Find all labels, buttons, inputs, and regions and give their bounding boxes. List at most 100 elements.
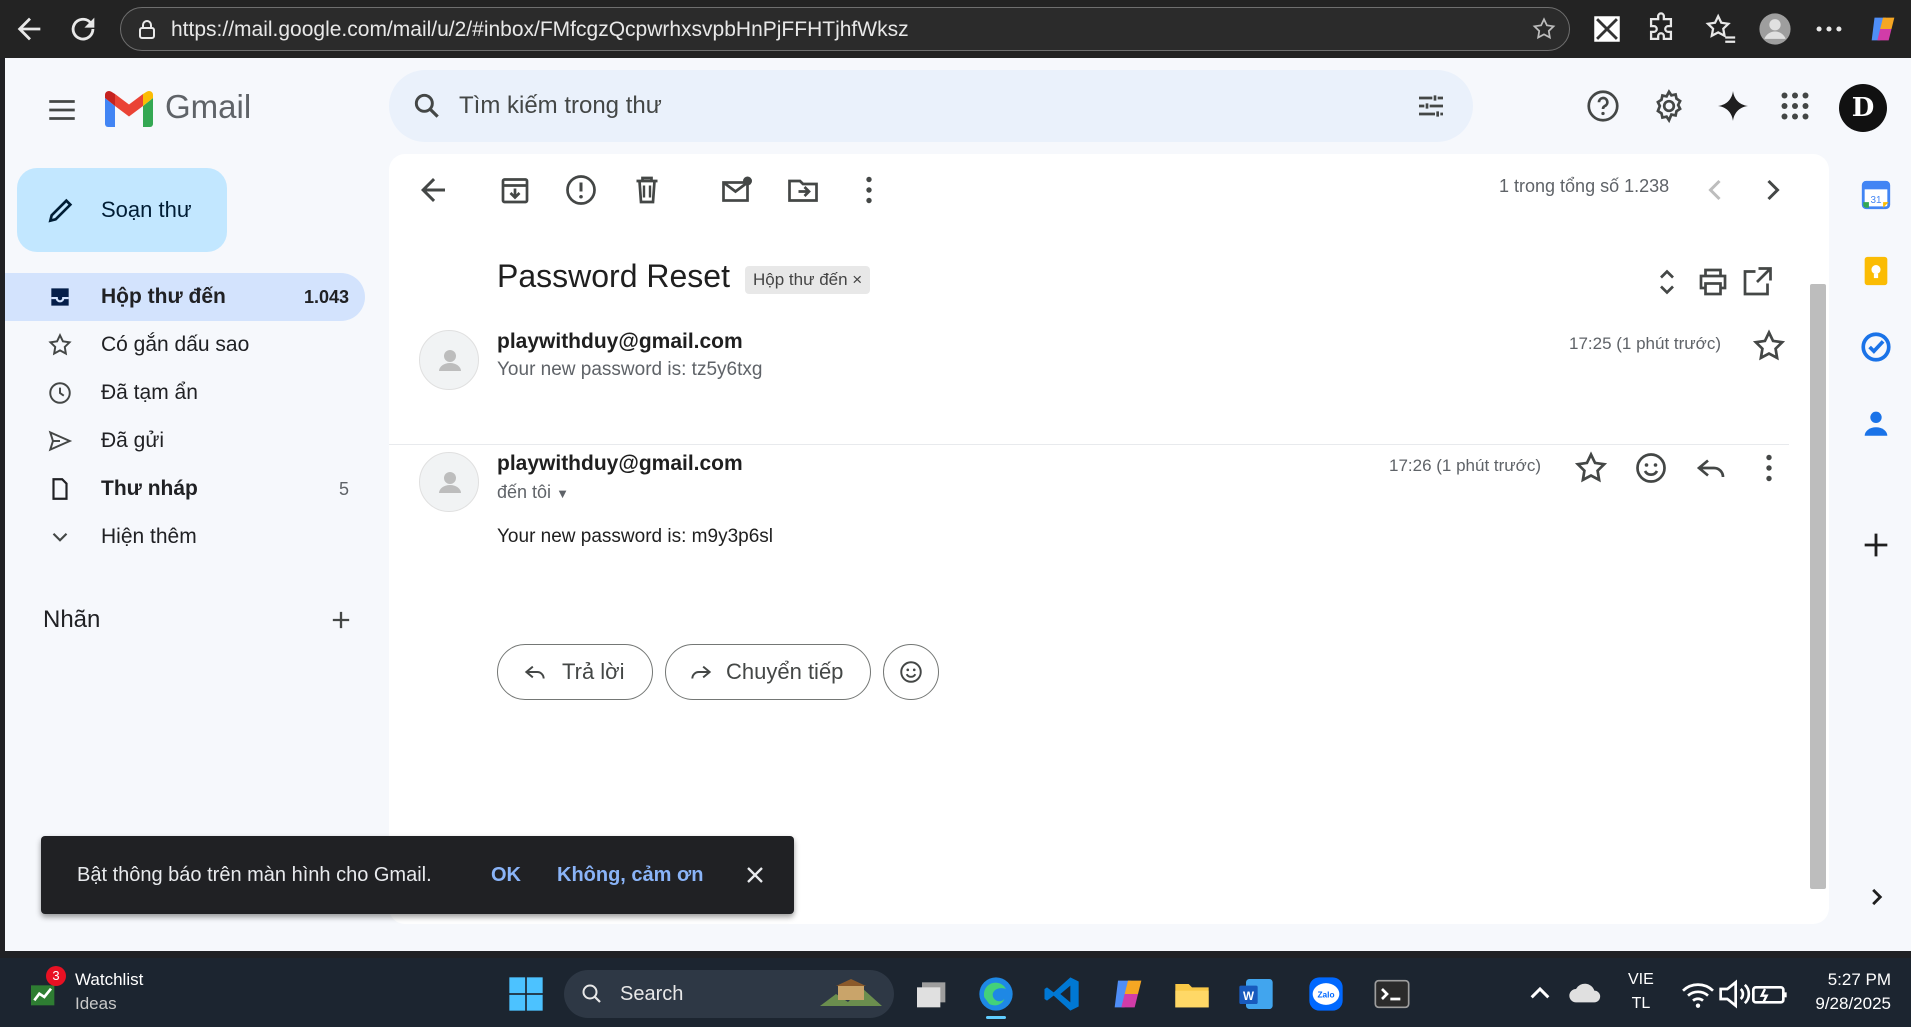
forward-button[interactable]: Chuyển tiếp bbox=[665, 644, 871, 700]
back-to-inbox-icon[interactable] bbox=[415, 172, 451, 208]
draft-file-icon bbox=[47, 476, 73, 502]
reload-icon[interactable] bbox=[66, 12, 100, 46]
inbox-label-chip[interactable]: Hộp thư đến × bbox=[745, 266, 871, 294]
message-snippet[interactable]: Your new password is: tz5y6txg bbox=[497, 359, 762, 381]
file-explorer-icon[interactable] bbox=[1172, 974, 1212, 1014]
sender-name[interactable]: playwithduy@gmail.com bbox=[497, 330, 743, 354]
site-info-icon[interactable] bbox=[135, 18, 159, 42]
sidebar-item-snoozed[interactable]: Đã tạm ẩn bbox=[5, 369, 365, 417]
close-icon[interactable] bbox=[741, 861, 769, 889]
copilot-icon[interactable] bbox=[1866, 12, 1900, 46]
watchlist-widget[interactable]: Watchlist Ideas bbox=[75, 968, 143, 1016]
report-spam-icon[interactable] bbox=[563, 172, 599, 208]
windows-start-icon[interactable] bbox=[506, 974, 546, 1014]
apps-grid-icon[interactable] bbox=[1777, 88, 1813, 124]
open-new-window-icon[interactable] bbox=[1739, 264, 1775, 300]
task-view-icon[interactable] bbox=[912, 974, 952, 1014]
compose-button[interactable]: Soạn thư bbox=[17, 168, 227, 252]
account-avatar[interactable]: D bbox=[1839, 84, 1887, 132]
sidebar-item-drafts[interactable]: Thư nháp 5 bbox=[5, 465, 365, 513]
reply-button[interactable]: Trả lời bbox=[497, 644, 653, 700]
keep-notes-icon[interactable] bbox=[1859, 254, 1893, 288]
sidebar-item-sent[interactable]: Đã gửi bbox=[5, 417, 365, 465]
wifi-icon[interactable] bbox=[1678, 974, 1718, 1014]
terminal-icon[interactable] bbox=[1372, 974, 1412, 1014]
onedrive-cloud-icon[interactable] bbox=[1566, 974, 1606, 1014]
clock-time: 5:27 PM bbox=[1827, 970, 1891, 989]
sidebar-item-more[interactable]: Hiện thêm bbox=[5, 513, 365, 561]
tasks-icon[interactable] bbox=[1859, 330, 1893, 364]
address-bar[interactable]: https://mail.google.com/mail/u/2/#inbox/… bbox=[120, 7, 1570, 51]
delete-trash-icon[interactable] bbox=[629, 172, 665, 208]
edge-browser-icon[interactable] bbox=[976, 974, 1016, 1019]
contacts-icon[interactable] bbox=[1859, 406, 1893, 440]
show-hidden-icons-chevron-icon[interactable] bbox=[1520, 974, 1560, 1014]
favorite-star-icon[interactable] bbox=[1531, 16, 1557, 42]
search-bar[interactable]: Tìm kiếm trong thư bbox=[389, 70, 1473, 142]
reply-icon[interactable] bbox=[1693, 450, 1729, 486]
back-icon[interactable] bbox=[12, 12, 46, 46]
gemini-sparkle-icon[interactable] bbox=[1715, 88, 1751, 124]
star-toggle-icon[interactable] bbox=[1573, 450, 1609, 486]
language-code: VIE bbox=[1628, 971, 1654, 988]
emoji-react-icon[interactable] bbox=[1633, 450, 1669, 486]
main-menu-icon[interactable] bbox=[45, 93, 79, 127]
scrollbar[interactable] bbox=[1810, 284, 1826, 889]
inbox-icon bbox=[47, 284, 73, 310]
search-options-icon[interactable] bbox=[1415, 90, 1447, 122]
volume-icon[interactable] bbox=[1714, 974, 1754, 1014]
remove-label-icon[interactable]: × bbox=[852, 270, 862, 289]
message-body: Your new password is: m9y3p6sl bbox=[497, 526, 773, 547]
active-app-indicator bbox=[986, 1016, 1006, 1019]
star-toggle-icon[interactable] bbox=[1751, 328, 1787, 364]
widget-badge: 3 bbox=[46, 966, 66, 986]
sidebar-item-starred[interactable]: Có gắn dấu sao bbox=[5, 321, 365, 369]
send-icon bbox=[47, 428, 73, 454]
move-to-folder-icon[interactable] bbox=[785, 172, 821, 208]
extension-icon[interactable] bbox=[1590, 12, 1624, 46]
profile-icon[interactable] bbox=[1758, 12, 1792, 46]
sidebar-item-inbox[interactable]: Hộp thư đến 1.043 bbox=[5, 273, 365, 321]
clock-date: 9/28/2025 bbox=[1815, 994, 1891, 1013]
pencil-icon bbox=[45, 194, 77, 226]
help-icon[interactable] bbox=[1585, 88, 1621, 124]
message-more-icon[interactable] bbox=[1751, 450, 1787, 486]
extensions-puzzle-icon[interactable] bbox=[1644, 12, 1678, 46]
search-icon[interactable] bbox=[411, 90, 443, 122]
sidebar-item-label: Đã gửi bbox=[101, 429, 165, 452]
input-language-indicator[interactable]: VIE TL bbox=[1628, 968, 1654, 1016]
archive-icon[interactable] bbox=[497, 172, 533, 208]
emoji-reaction-button[interactable] bbox=[883, 644, 939, 700]
add-addon-plus-icon[interactable] bbox=[1859, 528, 1893, 562]
recipient-dropdown[interactable]: đến tôi ▼ bbox=[497, 482, 569, 503]
settings-gear-icon[interactable] bbox=[1651, 88, 1687, 124]
taskbar-search[interactable]: Search bbox=[564, 970, 894, 1018]
clock-icon bbox=[47, 380, 73, 406]
copilot-app-icon[interactable] bbox=[1108, 974, 1148, 1014]
word-icon[interactable]: W bbox=[1236, 974, 1276, 1014]
battery-icon[interactable] bbox=[1750, 974, 1790, 1014]
snackbar-ok-button[interactable]: OK bbox=[491, 836, 521, 914]
calendar-icon[interactable]: 31 bbox=[1859, 178, 1893, 212]
taskbar-search-label: Search bbox=[620, 983, 684, 1005]
add-label-plus-icon[interactable] bbox=[327, 606, 355, 634]
newer-chevron-icon[interactable] bbox=[1697, 172, 1733, 208]
system-clock[interactable]: 5:27 PM 9/28/2025 bbox=[1815, 968, 1891, 1016]
expand-all-icon[interactable] bbox=[1649, 264, 1685, 300]
expand-panel-chevron-icon[interactable] bbox=[1859, 880, 1893, 914]
search-input[interactable]: Tìm kiếm trong thư bbox=[459, 70, 662, 142]
sender-name[interactable]: playwithduy@gmail.com bbox=[497, 452, 743, 476]
more-options-icon[interactable] bbox=[851, 172, 887, 208]
forward-arrow-icon bbox=[688, 659, 714, 685]
mark-unread-icon[interactable] bbox=[719, 172, 755, 208]
print-icon[interactable] bbox=[1695, 264, 1731, 300]
older-chevron-icon[interactable] bbox=[1755, 172, 1791, 208]
more-menu-icon[interactable] bbox=[1812, 12, 1846, 46]
zalo-icon[interactable]: Zalo bbox=[1306, 974, 1346, 1014]
gmail-logo-icon[interactable] bbox=[103, 88, 155, 128]
snackbar-dismiss-button[interactable]: Không, cảm ơn bbox=[557, 836, 703, 914]
message-time: 17:26 (1 phút trước) bbox=[1389, 456, 1541, 475]
sidebar-item-label: Thư nháp bbox=[101, 477, 198, 500]
vscode-icon[interactable] bbox=[1042, 974, 1082, 1014]
favorites-icon[interactable] bbox=[1704, 12, 1738, 46]
